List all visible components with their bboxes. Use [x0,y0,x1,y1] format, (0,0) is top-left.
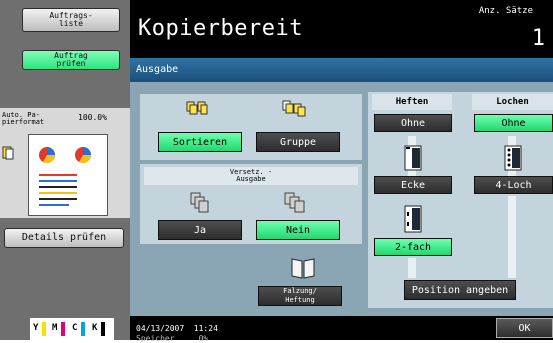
copy-sets-value: 1 [531,26,545,51]
toner-bar-c [81,322,85,336]
toner-bar-k [101,322,105,336]
punch-divider-lower [508,196,516,278]
toner-label-k: K [92,323,98,333]
offset-output-panel: Versetz. - Ausgabe Ja Nein [140,164,362,244]
toner-bar-m [61,322,65,336]
toner-indicator: Y M C K [30,318,114,340]
preview-panel: Auto. Pa- pierformat 100.0% [0,108,130,218]
status-footer: 04/13/2007 11:24 Speicher 0% OK [130,316,553,343]
job-list-button[interactable]: Auftrags- liste [22,8,120,32]
staple-none-button[interactable]: Ohne [374,114,452,132]
paper-tray-icon [2,146,14,160]
punch-none-button[interactable]: Ohne [474,114,553,132]
page-title: Kopierbereit [138,16,303,41]
memory-status: Speicher 0% [136,334,209,343]
toner-bar-y [42,322,46,336]
punch-4hole-button[interactable]: 4-Loch [474,176,553,194]
fold-book-icon [290,256,316,280]
details-button[interactable]: Details prüfen [4,228,124,248]
sort-icon [186,100,208,116]
finishing-panel: Heften Lochen Ohne Ohne Ecke 4-Loch 2-fa… [368,92,553,308]
offset-no-button[interactable]: Nein [256,220,340,240]
copy-sets-label: Anz. Sätze [478,6,533,16]
page-preview [28,134,108,216]
group-button[interactable]: Gruppe [256,132,340,152]
staple-column-header: Heften [372,94,452,110]
toner-label-y: Y [33,323,39,333]
fold-staple-button[interactable]: Falzung/ Heftung [258,286,342,306]
punch-column-header: Lochen [472,94,553,110]
staple-corner-button[interactable]: Ecke [374,176,452,194]
output-settings-area: Ausgabe Sortieren Gruppe Versetz. - Ausg… [130,58,553,316]
punch-4hole-icon [502,144,524,172]
offset-yes-icon [190,192,210,214]
status-header: Kopierbereit Anz. Sätze 1 [130,0,553,58]
offset-yes-button[interactable]: Ja [158,220,242,240]
staple-double-icon [402,204,424,234]
sort-panel: Sortieren Gruppe [140,94,362,160]
position-specify-button[interactable]: Position angeben [404,280,516,300]
staple-corner-icon [402,144,424,172]
section-title: Ausgabe [130,58,553,82]
toner-label-m: M [52,323,58,333]
staple-double-button[interactable]: 2-fach [374,238,452,256]
sort-button[interactable]: Sortieren [158,132,242,152]
zoom-value: 100.0% [78,113,107,122]
offset-no-icon [284,192,308,214]
ok-button[interactable]: OK [496,318,553,338]
group-icon [282,100,308,118]
check-job-button[interactable]: Auftrag prüfen [22,50,120,70]
auto-paper-label: Auto. Pa- pierformat [2,111,45,126]
staple-divider-lower [408,258,416,278]
toner-label-c: C [72,323,78,333]
offset-output-label: Versetz. - Ausgabe [144,167,358,185]
left-panel: Auftrags- liste Auftrag prüfen Auto. Pa-… [0,0,130,340]
datetime: 04/13/2007 11:24 [136,324,218,333]
